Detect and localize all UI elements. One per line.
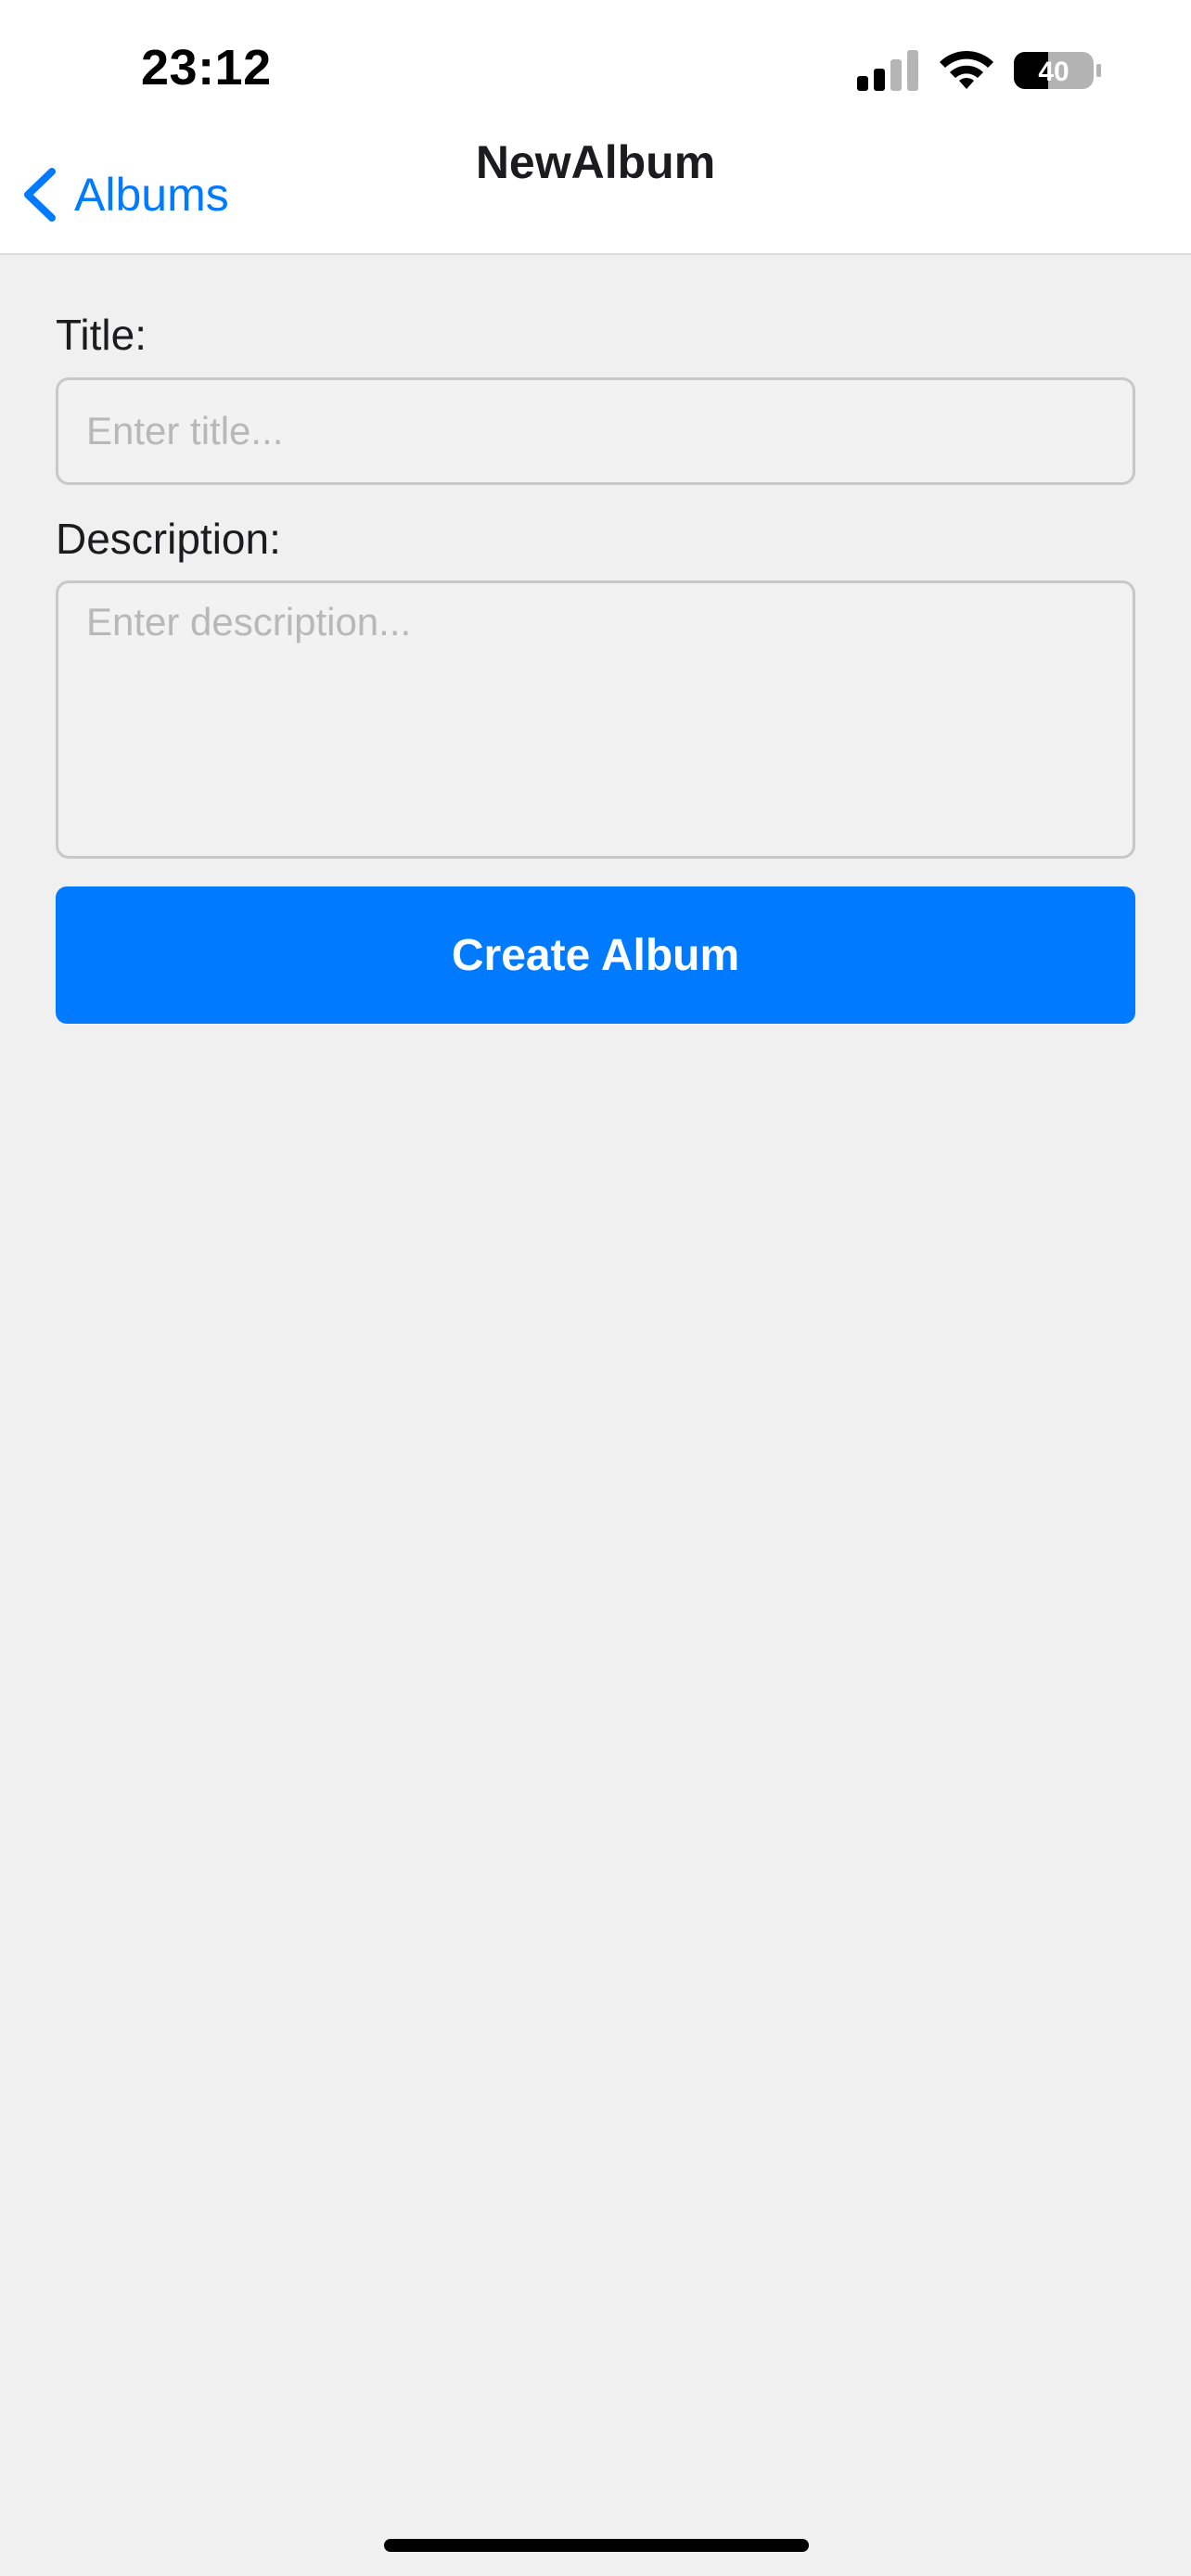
description-label: Description: bbox=[56, 515, 281, 563]
cellular-signal-icon bbox=[857, 50, 918, 91]
description-input[interactable] bbox=[56, 580, 1135, 859]
status-bar: 23:12 40 bbox=[0, 0, 1191, 130]
navigation-bar: NewAlbum Albums bbox=[0, 130, 1191, 255]
back-button[interactable]: Albums bbox=[19, 158, 229, 232]
title-label: Title: bbox=[56, 311, 147, 359]
status-time: 23:12 bbox=[141, 40, 272, 96]
battery-icon: 40 bbox=[1014, 52, 1101, 89]
back-button-label: Albums bbox=[74, 169, 229, 221]
title-input[interactable] bbox=[56, 377, 1135, 485]
create-album-button[interactable]: Create Album bbox=[56, 886, 1135, 1024]
battery-level: 40 bbox=[1038, 57, 1069, 87]
home-indicator[interactable] bbox=[384, 2539, 809, 2552]
wifi-icon bbox=[940, 50, 993, 89]
chevron-left-icon bbox=[24, 168, 56, 222]
